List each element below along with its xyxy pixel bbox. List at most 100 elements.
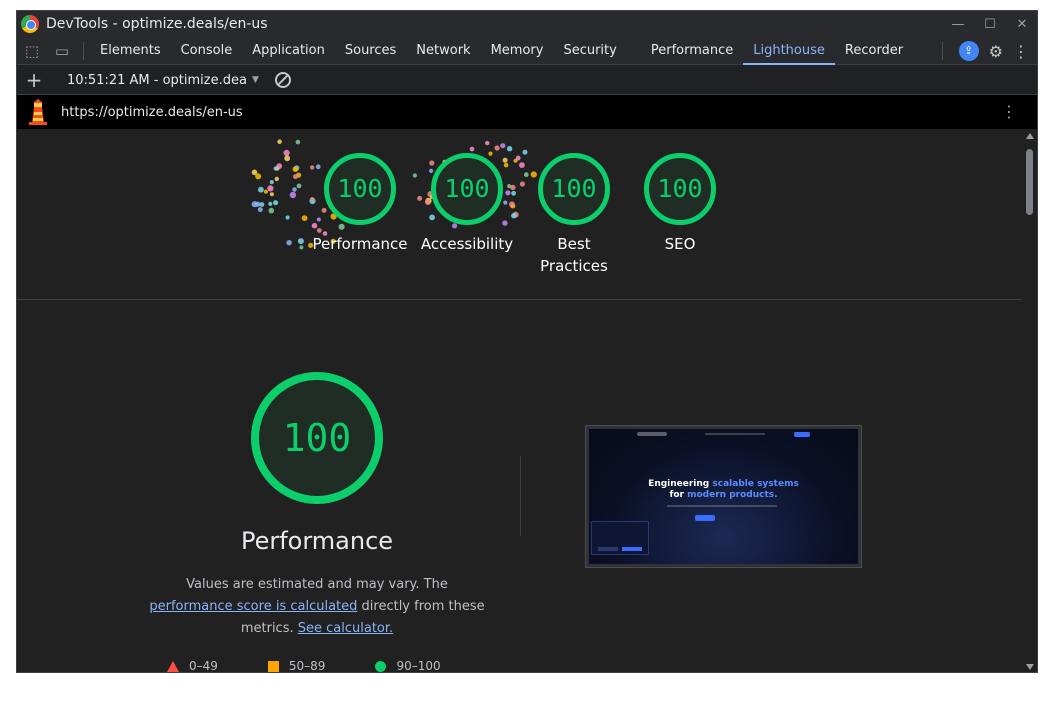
confetti-dot <box>488 151 493 156</box>
confetti-dot <box>522 149 528 155</box>
devtools-tab-bar: ⬚ ▭ Elements Console Application Sources… <box>17 37 1037 65</box>
vertical-divider <box>520 456 521 536</box>
average-square-icon <box>267 660 279 672</box>
chrome-logo-icon <box>21 15 39 33</box>
report-url-bar: https://optimize.deals/en-us ⋮ <box>17 95 1037 129</box>
confetti-dot <box>511 190 516 196</box>
performance-score-large: 100 <box>282 416 352 460</box>
device-toolbar-icon[interactable]: ▭ <box>47 42 77 60</box>
gauge-seo-label: SEO <box>664 235 696 253</box>
gauge-accessibility-score: 100 <box>444 174 490 203</box>
screenshot-headline-2: for modern products. <box>669 490 778 500</box>
toolbar-right: ⇪ ⚙ ⋮ <box>936 37 1029 65</box>
gauge-seo[interactable]: 100 <box>644 153 716 225</box>
window-controls: — ☐ ✕ <box>949 11 1031 37</box>
screenshot-headline-1: Engineering scalable systems <box>648 479 799 489</box>
legend-average: 50–89 <box>267 659 325 672</box>
chevron-down-icon[interactable]: ▼ <box>252 75 259 85</box>
report-menu-icon[interactable]: ⋮ <box>1001 104 1017 120</box>
confetti-dot <box>515 155 521 161</box>
section-divider <box>17 299 1024 300</box>
ai-assistance-icon[interactable]: ⇪ <box>958 41 979 61</box>
performance-score-link[interactable]: performance score is calculated <box>149 599 357 614</box>
confetti-dot <box>251 201 258 208</box>
gauge-performance[interactable]: 100 <box>324 153 396 225</box>
close-icon[interactable]: ✕ <box>1013 17 1031 32</box>
settings-gear-icon[interactable]: ⚙ <box>989 42 1003 61</box>
desc-text: Values are estimated and may vary. The <box>186 577 448 592</box>
see-calculator-link[interactable]: See calculator. <box>298 621 393 636</box>
confetti-dot <box>429 160 435 166</box>
confetti-dot <box>485 140 490 146</box>
confetti-dot <box>494 145 500 151</box>
confetti-dot <box>268 207 275 214</box>
screenshot-nav <box>593 432 854 440</box>
vertical-scrollbar[interactable] <box>1022 129 1037 672</box>
confetti-dot <box>284 155 291 162</box>
scrollbar-thumb[interactable] <box>1026 149 1033 215</box>
confetti-dot <box>283 149 290 156</box>
confetti-dot <box>425 199 431 205</box>
lighthouse-report-content: 100 Performance 100 Accessibility 100 Be… <box>17 129 1024 673</box>
confetti-dot <box>502 157 508 163</box>
confetti-dot <box>269 180 274 185</box>
confetti-dot <box>503 162 509 168</box>
more-options-icon[interactable]: ⋮ <box>1013 42 1029 61</box>
scroll-up-arrow-icon[interactable] <box>1026 133 1034 139</box>
tab-lighthouse[interactable]: Lighthouse <box>743 37 835 65</box>
tab-console[interactable]: Console <box>171 37 243 65</box>
confetti-dot <box>310 197 315 202</box>
tab-recorder[interactable]: Recorder <box>835 37 913 65</box>
screenshot-image: Engineering scalable systems for modern … <box>589 429 858 564</box>
final-screenshot-thumbnail[interactable]: Engineering scalable systems for modern … <box>585 425 862 568</box>
screenshot-cta <box>695 515 715 521</box>
confetti-dot <box>429 168 434 173</box>
confetti-dot <box>429 214 435 221</box>
confetti-dot <box>412 173 417 178</box>
report-url[interactable]: https://optimize.deals/en-us <box>61 105 243 120</box>
tab-network[interactable]: Network <box>406 37 480 65</box>
title-bar: DevTools - optimize.deals/en-us — ☐ ✕ <box>17 11 1037 37</box>
confetti-dot <box>507 184 512 189</box>
confetti-dot <box>511 213 517 219</box>
clear-reports-icon[interactable] <box>274 72 291 88</box>
tab-application[interactable]: Application <box>242 37 335 65</box>
confetti-dot <box>277 139 282 144</box>
tab-performance[interactable]: Performance <box>641 37 743 65</box>
report-selector[interactable]: 10:51:21 AM - optimize.dea <box>67 73 247 88</box>
inspect-element-icon[interactable]: ⬚ <box>17 42 47 60</box>
confetti-dot <box>316 217 321 222</box>
gauge-accessibility-label: Accessibility <box>420 235 514 253</box>
confetti-dot <box>321 207 327 213</box>
confetti-dot <box>338 223 345 230</box>
screenshot-subtext <box>667 505 777 507</box>
gauge-performance-score: 100 <box>337 174 383 203</box>
legend-pass-label: 90–100 <box>396 659 441 673</box>
tab-sources[interactable]: Sources <box>335 37 406 65</box>
maximize-icon[interactable]: ☐ <box>981 17 999 32</box>
lighthouse-logo-icon <box>27 99 49 125</box>
confetti-dot <box>257 207 263 213</box>
gauge-best-practices[interactable]: 100 <box>538 153 610 225</box>
confetti-dot <box>273 166 278 171</box>
gauge-seo-score: 100 <box>657 174 703 203</box>
confetti-dot <box>296 183 302 189</box>
tab-memory[interactable]: Memory <box>481 37 554 65</box>
toolbar-divider <box>83 41 84 60</box>
tab-elements[interactable]: Elements <box>90 37 171 65</box>
gauge-accessibility[interactable]: 100 <box>431 153 503 225</box>
new-report-plus-icon[interactable]: + <box>17 68 51 92</box>
scroll-down-arrow-icon[interactable] <box>1026 664 1034 670</box>
confetti-dot <box>268 201 273 206</box>
minimize-icon[interactable]: — <box>949 17 967 32</box>
confetti-dot <box>505 190 511 196</box>
confetti-dot <box>315 164 321 170</box>
confetti-dot <box>295 139 301 145</box>
confetti-dot <box>309 165 315 170</box>
gauge-best-practices-score: 100 <box>551 174 597 203</box>
confetti-dot <box>289 191 297 199</box>
confetti-dot <box>503 200 508 205</box>
toolbar-divider <box>941 42 943 60</box>
tab-security[interactable]: Security <box>553 37 626 65</box>
confetti-dot <box>301 215 308 221</box>
